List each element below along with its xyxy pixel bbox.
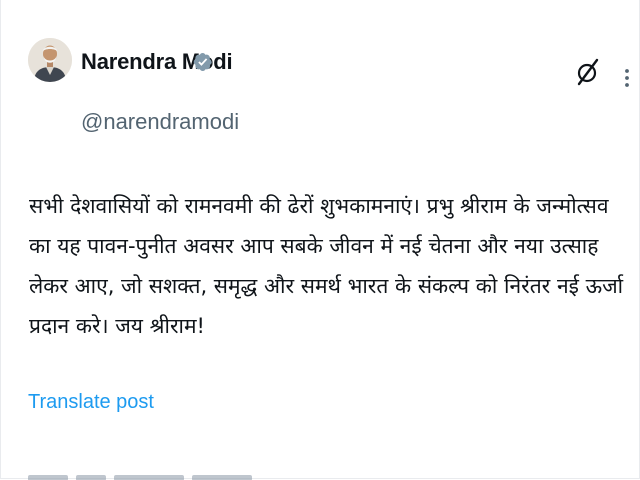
verified-badge-icon	[193, 53, 212, 71]
grok-icon[interactable]	[575, 57, 601, 87]
translate-post-link[interactable]: Translate post	[28, 390, 154, 414]
post-text: सभी देशवासियों को रामनवमी की ढेरों शुभका…	[29, 194, 630, 338]
post-card: Narendra Modi @narendramodi सभी देशवासिय…	[0, 0, 640, 480]
more-options-icon[interactable]	[621, 68, 633, 88]
avatar-image	[28, 38, 72, 82]
author-avatar[interactable]	[28, 38, 72, 82]
author-handle[interactable]: @narendramodi	[81, 110, 239, 134]
post-timestamp-cropped	[28, 470, 268, 480]
